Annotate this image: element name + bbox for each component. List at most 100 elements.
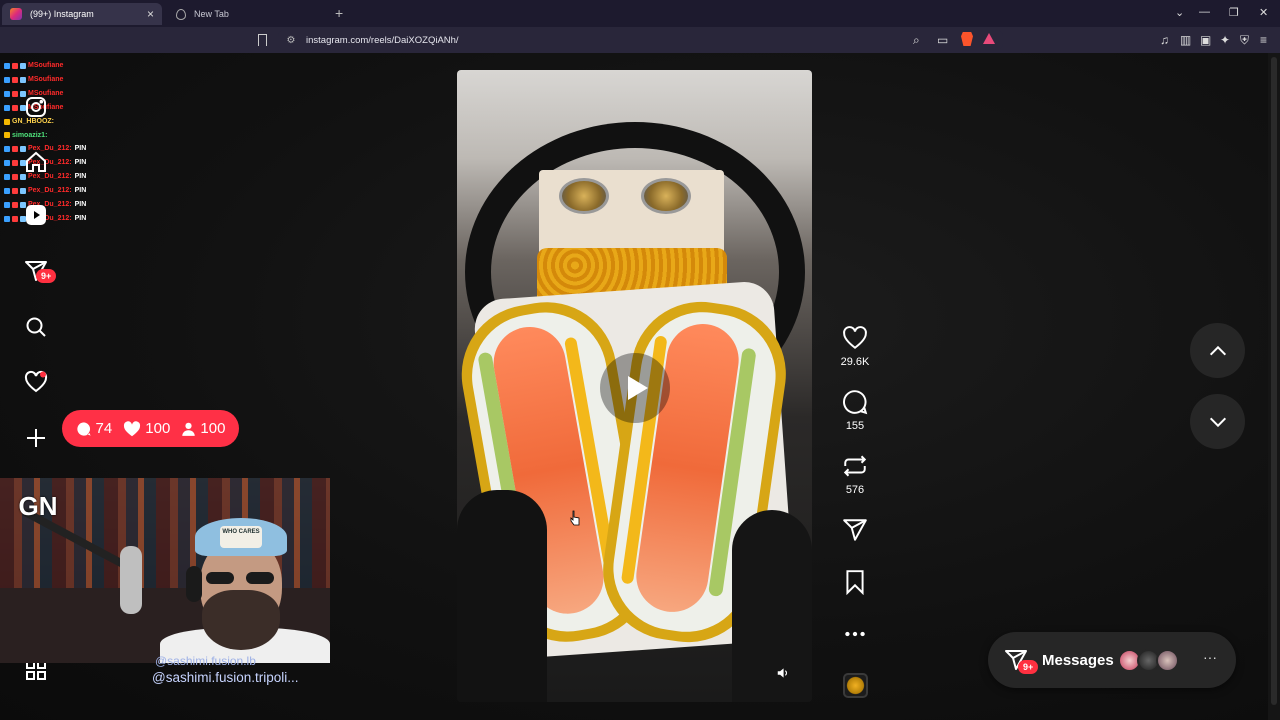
play-button[interactable]	[600, 353, 670, 423]
chat-badge-icon	[4, 104, 10, 111]
comment-count-stat: 74	[76, 420, 112, 437]
original-audio-avatar[interactable]	[843, 673, 868, 698]
url-bar[interactable]: ⚙ instagram.com/reels/DaiXOZQiANh/	[278, 30, 1003, 50]
comment-button[interactable]: 155	[840, 389, 870, 432]
tab-search-chevron-icon[interactable]: ⌄	[1175, 6, 1184, 19]
menu-icon[interactable]: ≡	[1260, 33, 1267, 47]
vpn-shield-icon[interactable]: ⛨	[1240, 33, 1249, 48]
heart-icon	[124, 420, 141, 436]
chat-badge-icon	[12, 104, 18, 111]
brave-rewards-icon[interactable]	[983, 33, 995, 44]
sidebar-search-icon[interactable]	[22, 313, 50, 341]
previous-reel-button[interactable]	[1190, 323, 1245, 378]
sauce-cup-left	[559, 178, 609, 214]
sidebar-reels-icon[interactable]	[22, 201, 50, 229]
chat-badge-icon	[4, 160, 10, 167]
more-contacts-icon[interactable]: ···	[1203, 649, 1217, 665]
messages-badge: 9+	[1018, 660, 1039, 674]
sidebar-notifications-heart-icon[interactable]	[22, 368, 50, 396]
repost-count: 576	[845, 484, 865, 496]
leo-ai-icon[interactable]: ✦	[1220, 33, 1230, 47]
person-icon	[182, 422, 196, 436]
chat-badge-icon	[4, 90, 10, 97]
volume-button[interactable]	[772, 662, 794, 684]
chat-badge-icon	[20, 76, 26, 83]
next-reel-button[interactable]	[1190, 394, 1245, 449]
viewer-count-stat: 100	[181, 420, 225, 437]
speaker-icon	[777, 668, 788, 678]
bookmark-icon	[846, 570, 864, 595]
hand-cursor-icon	[570, 510, 580, 526]
tab-instagram[interactable]: (99+) Instagram ×	[2, 3, 162, 25]
glasses	[206, 572, 278, 584]
play-icon	[627, 376, 648, 400]
share-button[interactable]	[840, 517, 870, 543]
like-count-stat: 100	[123, 420, 170, 437]
messages-badge: 9+	[36, 269, 57, 283]
chat-badge-icon	[4, 188, 10, 195]
save-button[interactable]	[840, 569, 870, 595]
minimize-window-icon[interactable]: —	[1199, 6, 1210, 18]
sidebar-toggle-icon[interactable]: ▥	[1180, 33, 1191, 47]
send-icon	[843, 519, 867, 541]
chat-text: PIN	[74, 173, 87, 181]
close-window-icon[interactable]: ✕	[1259, 6, 1268, 19]
tab-new-tab[interactable]: New Tab	[168, 3, 328, 25]
repost-icon	[843, 455, 867, 477]
brave-shield-favicon-icon	[176, 8, 186, 20]
repost-button[interactable]: 576	[840, 453, 870, 496]
like-button[interactable]: 29.6K	[840, 325, 870, 368]
address-toolbar: ⚙ instagram.com/reels/DaiXOZQiANh/ ⌕ ▭ ♫…	[0, 27, 1280, 53]
zoom-icon[interactable]: ⌕	[913, 33, 920, 48]
chat-text: PIN	[74, 201, 87, 209]
chat-username: simoaziz1:	[12, 131, 48, 139]
chat-message: Pex_Du_212: PIN	[4, 184, 164, 198]
messages-panel-button[interactable]: 9+ Messages ···	[988, 632, 1236, 688]
chat-badge-icon	[4, 202, 10, 209]
chat-badge-icon	[20, 62, 26, 69]
streamer-webcam: GN WHO CARES	[0, 478, 330, 663]
cast-icon[interactable]: ▭	[937, 33, 948, 47]
reel-video[interactable]	[457, 70, 812, 702]
site-settings-icon[interactable]: ⚙	[284, 35, 298, 46]
new-tab-plus-icon[interactable]: +	[335, 5, 343, 21]
chat-message: MSoufiane	[4, 73, 164, 87]
chat-message: MSoufiane	[4, 59, 164, 73]
sidebar-create-plus-icon[interactable]	[22, 424, 50, 452]
sidebar-home-icon[interactable]	[22, 148, 50, 176]
instagram-page: MSoufiane MSoufiane MSoufiane MSoufiane GN_H…	[0, 53, 1268, 720]
ellipsis-icon	[845, 631, 865, 637]
reel-caption-partial: @sashimi.fusion.lb	[155, 654, 256, 668]
chat-badge-icon	[12, 62, 18, 69]
more-options-button[interactable]	[840, 621, 870, 647]
wallet-icon[interactable]: ▣	[1200, 33, 1211, 47]
bookmark-icon[interactable]	[258, 34, 267, 46]
chat-badge-icon	[4, 215, 10, 222]
recent-contacts	[1118, 649, 1179, 672]
like-count: 29.6K	[840, 356, 870, 368]
chat-text: PIN	[74, 159, 87, 167]
media-controls-icon[interactable]: ♫	[1160, 33, 1169, 47]
chat-badge-icon	[4, 118, 10, 125]
heart-outline-icon	[843, 326, 867, 349]
messages-label: Messages	[1042, 651, 1114, 669]
chat-message: simoaziz1:	[4, 129, 164, 143]
channel-logo: GN	[18, 491, 58, 521]
chat-badge-icon	[12, 188, 18, 195]
sidebar-instagram-logo-icon[interactable]	[22, 93, 50, 121]
restore-window-icon[interactable]: ❐	[1229, 6, 1239, 19]
chat-badge-icon	[4, 174, 10, 181]
page-scrollbar[interactable]	[1268, 53, 1280, 720]
chat-badge-icon	[4, 76, 10, 83]
contact-avatar[interactable]	[1156, 649, 1179, 672]
browser-tab-bar: (99+) Instagram × New Tab + ⌄ — ❐ ✕	[0, 0, 1280, 27]
chat-badge-icon	[12, 202, 18, 209]
like-count: 100	[145, 420, 171, 437]
headset	[186, 566, 202, 602]
reel-author-caption[interactable]: @sashimi.fusion.tripoli...	[152, 670, 299, 685]
close-tab-icon[interactable]: ×	[147, 7, 154, 21]
sauce-cup-right	[641, 178, 691, 214]
chat-badge-icon	[12, 160, 18, 167]
streamer: WHO CARES	[150, 518, 330, 663]
scrollbar-thumb[interactable]	[1271, 57, 1277, 705]
